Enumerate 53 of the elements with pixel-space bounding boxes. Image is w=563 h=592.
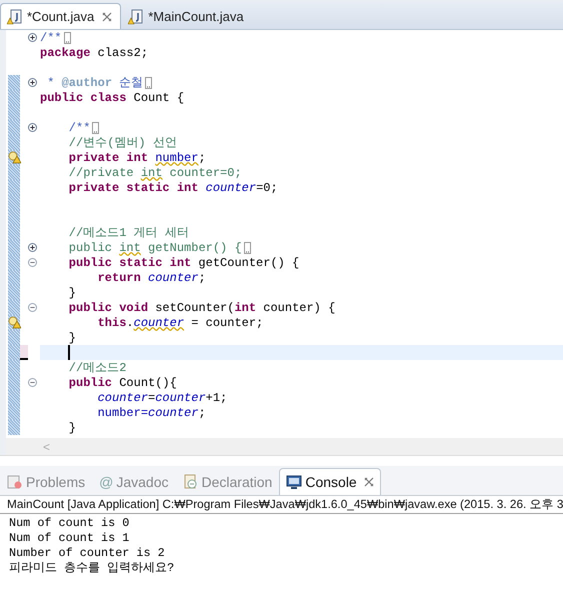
code-line: //메소드1 게터 세터 [68, 225, 189, 241]
code-line: public void setCounter(int counter) { [68, 300, 336, 314]
collapse-fold-icon[interactable] [28, 303, 37, 312]
code-line: private static int counter=0; [68, 180, 278, 194]
folded-code-icon[interactable] [244, 242, 251, 254]
code-line: this.counter = counter; [96, 316, 264, 330]
console-header: MainCount [Java Application] C:₩Program Files₩Java₩jdk1.6.0_45₩bin₩javaw.exe (2015. 3. 26. 오후 3 [0, 496, 563, 514]
code-line: counter=counter+1; [96, 390, 228, 404]
collapse-fold-icon[interactable] [28, 258, 37, 267]
code-line: /** [68, 120, 90, 134]
console-output-line: Num of count is 0 [9, 516, 130, 531]
code-line: //메소드2 [68, 360, 126, 376]
code-line: } [68, 420, 76, 434]
panel-tab[interactable]: Console [279, 468, 381, 495]
scroll-left-arrow[interactable]: < [43, 440, 50, 454]
console-output-line: 피라미드 층수를 입력하세요? [9, 561, 176, 576]
at-sign-icon: @ [99, 474, 114, 490]
code-line: public static int getCounter() { [68, 256, 300, 270]
console-output-line: Number of counter is 2 [9, 546, 166, 561]
monitor-icon [286, 474, 302, 490]
code-line: number=counter; [96, 406, 206, 420]
java-file-warning-icon [128, 8, 144, 24]
code-line: return counter; [96, 270, 206, 284]
code-line: package class2; [40, 46, 148, 60]
problems-icon [7, 474, 23, 490]
editor-tab[interactable]: *Count.java [0, 3, 122, 29]
code-line: //변수(멤버) 선언 [68, 135, 177, 151]
code-line: //private int counter=0; [68, 166, 242, 180]
declaration-icon [182, 474, 199, 490]
panel-tab[interactable]: Problems [0, 468, 92, 495]
code-line: public int getNumber() { [68, 240, 242, 254]
code-line: private int number; [68, 150, 206, 164]
panel-tab[interactable]: Declaration [176, 468, 280, 495]
editor-tab[interactable]: *MainCount.java [121, 3, 253, 29]
folded-code-icon[interactable] [145, 76, 152, 88]
code-line: public Count(){ [68, 376, 177, 390]
console-output-line: Num of count is 1 [9, 531, 130, 546]
panel-tab[interactable]: @ Javadoc [92, 468, 176, 495]
expand-fold-icon[interactable] [28, 123, 37, 132]
expand-fold-icon[interactable] [28, 33, 37, 42]
close-icon[interactable] [364, 477, 374, 487]
folded-code-icon[interactable] [92, 122, 100, 134]
expand-fold-icon[interactable] [28, 243, 37, 252]
code-line: } [68, 286, 76, 300]
java-file-warning-icon [7, 8, 23, 24]
expand-fold-icon[interactable] [28, 78, 37, 87]
code-line: * @author 순철 [46, 75, 144, 91]
code-line: /** [40, 30, 62, 44]
close-icon[interactable] [102, 12, 112, 22]
code-line: public class Count { [40, 90, 184, 104]
collapse-fold-icon[interactable] [28, 378, 37, 387]
code-line: } [68, 330, 76, 344]
folded-code-icon[interactable] [64, 32, 71, 44]
